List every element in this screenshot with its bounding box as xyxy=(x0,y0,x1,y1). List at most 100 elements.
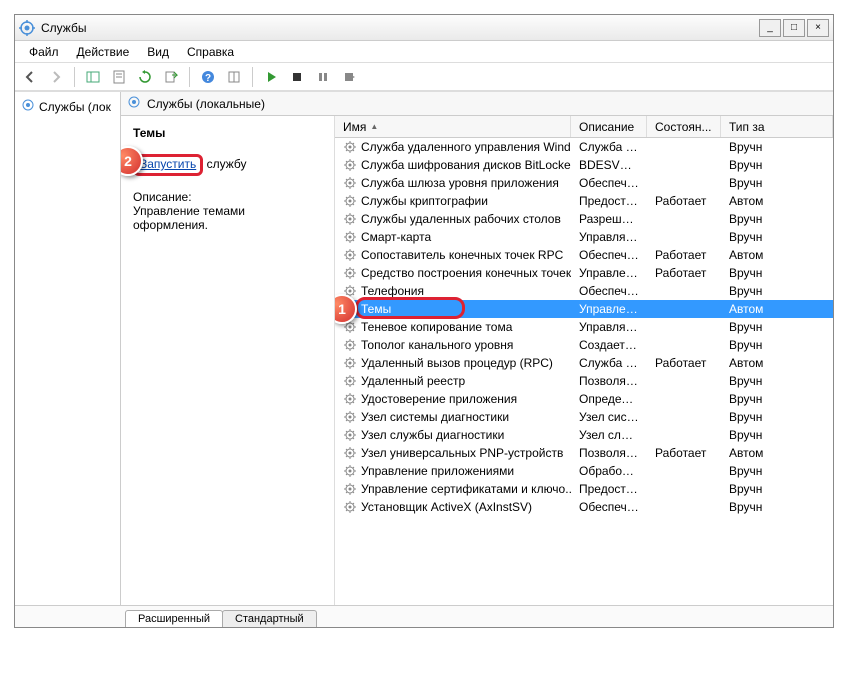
tree-root-label: Службы (лок xyxy=(39,100,111,114)
service-row[interactable]: Сопоставитель конечных точек RPCОбеспечи… xyxy=(335,246,833,264)
cell-name: Служба удаленного управления Wind... xyxy=(335,140,571,154)
minimize-button[interactable]: _ xyxy=(759,19,781,37)
separator xyxy=(189,67,190,87)
show-hide-tree-button[interactable] xyxy=(82,66,104,88)
service-row[interactable]: Узел системы диагностикиУзел сист...Вруч… xyxy=(335,408,833,426)
help-button[interactable]: ? xyxy=(197,66,219,88)
right-pane: Службы (локальные) 2 Темы Запустить служ… xyxy=(121,92,833,605)
service-row[interactable]: Средство построения конечных точек...Упр… xyxy=(335,264,833,282)
service-row[interactable]: Удаленный вызов процедур (RPC)Служба R..… xyxy=(335,354,833,372)
maximize-button[interactable]: □ xyxy=(783,19,805,37)
cell-description: Обеспечи... xyxy=(571,248,647,262)
restart-service-button[interactable] xyxy=(338,66,360,88)
panel-header: Службы (локальные) xyxy=(121,92,833,116)
column-startup-type[interactable]: Тип за xyxy=(721,116,833,137)
cell-description: Предоста... xyxy=(571,482,647,496)
gear-icon xyxy=(127,95,141,112)
gear-icon xyxy=(343,194,357,208)
gear-icon xyxy=(343,158,357,172)
service-row[interactable]: Теневое копирование томаУправляет...Вруч… xyxy=(335,318,833,336)
service-row[interactable]: Управление приложениямиОбработк...Вручн xyxy=(335,462,833,480)
service-row[interactable]: Удостоверение приложенияОпределя...Вручн xyxy=(335,390,833,408)
cell-description: Управлен... xyxy=(571,302,647,316)
properties-button[interactable] xyxy=(108,66,130,88)
stop-service-button[interactable] xyxy=(286,66,308,88)
service-row[interactable]: Службы криптографииПредоста...РаботаетАв… xyxy=(335,192,833,210)
cell-name: Службы удаленных рабочих столов xyxy=(335,212,571,226)
gear-icon xyxy=(343,212,357,226)
cell-name: Смарт-карта xyxy=(335,230,571,244)
menu-file[interactable]: Файл xyxy=(21,43,67,61)
cell-name: Службы криптографии xyxy=(335,194,571,208)
menubar: Файл Действие Вид Справка xyxy=(15,41,833,63)
menu-view[interactable]: Вид xyxy=(139,43,177,61)
pause-service-button[interactable] xyxy=(312,66,334,88)
service-row[interactable]: ТемыУправлен...Автом xyxy=(335,300,833,318)
gear-icon xyxy=(343,140,357,154)
service-row[interactable]: Удаленный реестрПозволяе...Вручн xyxy=(335,372,833,390)
cell-description: Позволяе... xyxy=(571,446,647,460)
panel-body: 2 Темы Запустить службу Описание: Управл… xyxy=(121,116,833,605)
detail-pane: 2 Темы Запустить службу Описание: Управл… xyxy=(121,116,335,605)
list-header: Имя ▲ Описание Состоян... Тип за xyxy=(335,116,833,138)
separator xyxy=(74,67,75,87)
cell-type: Вручн xyxy=(721,500,833,514)
service-row[interactable]: Установщик ActiveX (AxInstSV)Обеспечи...… xyxy=(335,498,833,516)
service-row[interactable]: Служба шифрования дисков BitLockerBDESVC… xyxy=(335,156,833,174)
tab-extended[interactable]: Расширенный xyxy=(125,610,223,627)
close-button[interactable]: × xyxy=(807,19,829,37)
tree-root[interactable]: Службы (лок xyxy=(17,96,118,117)
action-button[interactable] xyxy=(223,66,245,88)
refresh-button[interactable] xyxy=(134,66,156,88)
cell-name: Узел службы диагностики xyxy=(335,428,571,442)
service-row[interactable]: Тополог канального уровняСоздает к...Вру… xyxy=(335,336,833,354)
start-service-button[interactable] xyxy=(260,66,282,88)
cell-type: Автом xyxy=(721,356,833,370)
column-description[interactable]: Описание xyxy=(571,116,647,137)
column-state[interactable]: Состоян... xyxy=(647,116,721,137)
services-window: Службы _ □ × Файл Действие Вид Справка ?… xyxy=(14,14,834,628)
view-tabs: Расширенный Стандартный xyxy=(15,605,833,627)
cell-type: Вручн xyxy=(721,374,833,388)
back-button[interactable] xyxy=(19,66,41,88)
export-button[interactable] xyxy=(160,66,182,88)
service-row[interactable]: Смарт-картаУправляет...Вручн xyxy=(335,228,833,246)
cell-type: Автом xyxy=(721,248,833,262)
cell-type: Вручн xyxy=(721,212,833,226)
gear-icon xyxy=(343,482,357,496)
service-row[interactable]: Управление сертификатами и ключо...Предо… xyxy=(335,480,833,498)
service-row[interactable]: Узел универсальных PNP-устройствПозволяе… xyxy=(335,444,833,462)
service-row[interactable]: Служба шлюза уровня приложенияОбеспечи..… xyxy=(335,174,833,192)
cell-type: Вручн xyxy=(721,284,833,298)
menu-action[interactable]: Действие xyxy=(69,43,138,61)
cell-type: Вручн xyxy=(721,176,833,190)
menu-help[interactable]: Справка xyxy=(179,43,242,61)
tab-standard[interactable]: Стандартный xyxy=(222,610,317,627)
service-row[interactable]: Службы удаленных рабочих столовРазрешае.… xyxy=(335,210,833,228)
gear-icon xyxy=(343,410,357,424)
gear-icon xyxy=(343,248,357,262)
service-row[interactable]: Узел службы диагностикиУзел служ...Вручн xyxy=(335,426,833,444)
service-row[interactable]: Служба удаленного управления Wind...Служ… xyxy=(335,138,833,156)
cell-description: Управлен... xyxy=(571,266,647,280)
gear-icon xyxy=(21,98,35,115)
cell-type: Вручн xyxy=(721,266,833,280)
start-service-link[interactable]: Запустить xyxy=(133,154,203,176)
cell-name: Управление приложениями xyxy=(335,464,571,478)
titlebar[interactable]: Службы _ □ × xyxy=(15,15,833,41)
cell-type: Вручн xyxy=(721,338,833,352)
service-list-pane: Имя ▲ Описание Состоян... Тип за Служба … xyxy=(335,116,833,605)
cell-type: Вручн xyxy=(721,158,833,172)
service-row[interactable]: ТелефонияОбеспечи...Вручн xyxy=(335,282,833,300)
cell-type: Вручн xyxy=(721,320,833,334)
cell-state: Работает xyxy=(647,194,721,208)
column-name[interactable]: Имя ▲ xyxy=(335,116,571,137)
cell-description: Узел служ... xyxy=(571,428,647,442)
forward-button[interactable] xyxy=(45,66,67,88)
cell-description: Управляет... xyxy=(571,230,647,244)
list-body[interactable]: Служба удаленного управления Wind... Служ… xyxy=(335,138,833,605)
cell-name: Узел универсальных PNP-устройств xyxy=(335,446,571,460)
cell-name: Удаленный реестр xyxy=(335,374,571,388)
cell-state: Работает xyxy=(647,356,721,370)
gear-icon xyxy=(343,266,357,280)
